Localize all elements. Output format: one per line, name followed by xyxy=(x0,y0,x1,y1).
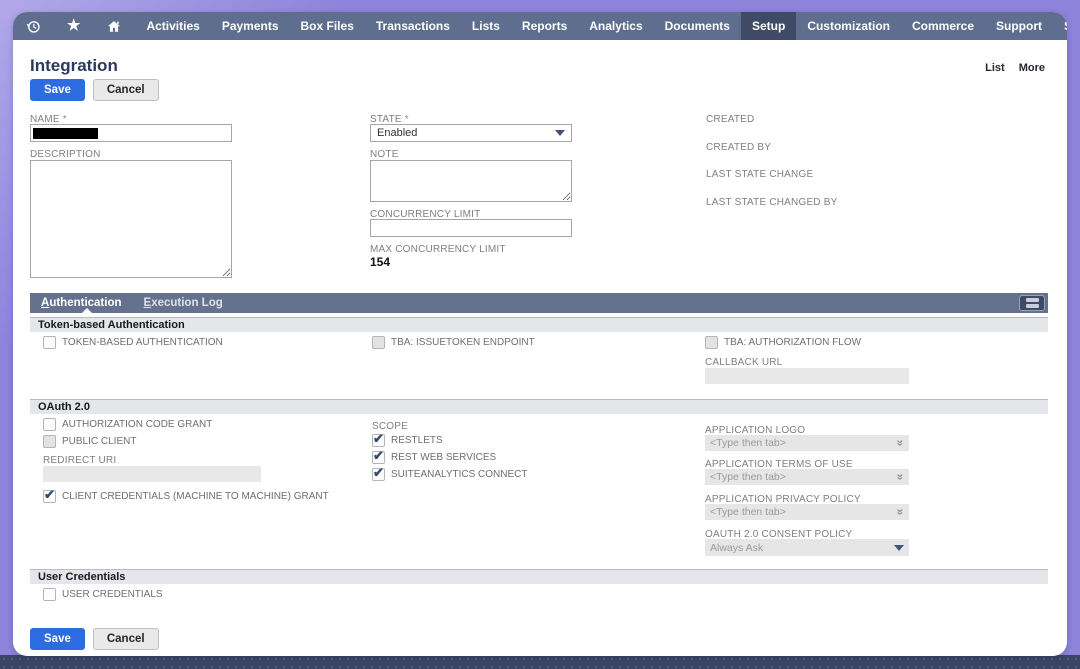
consent-policy-select: Always Ask xyxy=(705,539,909,556)
scope-rest-web-services-checkbox[interactable] xyxy=(372,451,385,464)
nav-item-payments[interactable]: Payments xyxy=(211,12,290,40)
state-select[interactable]: Enabled xyxy=(370,124,572,142)
redirect-uri-input xyxy=(43,466,261,482)
bottom-action-bar: Save Cancel xyxy=(30,628,159,650)
application-terms-combo: <Type then tab> » xyxy=(705,469,909,485)
nav-item-support[interactable]: Support xyxy=(985,12,1053,40)
header-links: List More xyxy=(985,62,1045,74)
application-privacy-combo: <Type then tab> » xyxy=(705,504,909,520)
tba-issuetoken-endpoint-checkbox xyxy=(372,336,385,349)
app-window: ★ Activities Payments Box Files Transact… xyxy=(13,12,1067,656)
redacted-name-value xyxy=(33,128,98,139)
page-title: Integration xyxy=(30,56,118,76)
cancel-button[interactable]: Cancel xyxy=(93,628,159,650)
nav-item-documents[interactable]: Documents xyxy=(654,12,741,40)
consent-policy-value: Always Ask xyxy=(710,542,763,554)
nav-item-analytics[interactable]: Analytics xyxy=(578,12,653,40)
cancel-button[interactable]: Cancel xyxy=(93,79,159,101)
toggle-bar xyxy=(1026,304,1039,308)
nav-item-activities[interactable]: Activities xyxy=(135,12,210,40)
redirect-uri-label: REDIRECT URI xyxy=(43,455,116,466)
checkbox-label: CLIENT CREDENTIALS (MACHINE TO MACHINE) … xyxy=(62,491,329,502)
star-icon[interactable]: ★ xyxy=(54,12,93,40)
double-chevron-icon: » xyxy=(894,440,908,447)
more-link[interactable]: More xyxy=(1019,62,1045,74)
nav-item-box-files[interactable]: Box Files xyxy=(290,12,365,40)
history-icon[interactable] xyxy=(13,12,54,40)
user-credentials-checkbox-row[interactable]: USER CREDENTIALS xyxy=(43,588,163,601)
authorization-code-grant-checkbox[interactable] xyxy=(43,418,56,431)
last-state-change-label: LAST STATE CHANGE xyxy=(706,169,813,180)
note-textarea[interactable] xyxy=(370,160,572,202)
collapse-panels-icon[interactable] xyxy=(1019,295,1045,311)
token-based-authentication-checkbox-row[interactable]: TOKEN-BASED AUTHENTICATION xyxy=(43,336,223,349)
nav-item-customization[interactable]: Customization xyxy=(796,12,901,40)
created-by-label: CREATED BY xyxy=(706,142,771,153)
combo-placeholder: <Type then tab> xyxy=(710,437,786,449)
section-header-token-based-authentication: Token-based Authentication xyxy=(30,317,1048,332)
note-label: NOTE xyxy=(370,149,399,160)
max-concurrency-limit-label: MAX CONCURRENCY LIMIT xyxy=(370,244,506,255)
tba-authorization-flow-checkbox-row: TBA: AUTHORIZATION FLOW xyxy=(705,336,861,349)
state-selected-value: Enabled xyxy=(377,127,417,139)
description-textarea[interactable] xyxy=(30,160,232,278)
chevron-down-icon xyxy=(894,545,904,551)
checkbox-label: PUBLIC CLIENT xyxy=(62,436,136,447)
client-credentials-grant-checkbox-row[interactable]: CLIENT CREDENTIALS (MACHINE TO MACHINE) … xyxy=(43,490,329,503)
scope-suiteanalytics-connect-checkbox-row[interactable]: SUITEANALYTICS CONNECT xyxy=(372,468,528,481)
checkbox-label: SUITEANALYTICS CONNECT xyxy=(391,469,528,480)
tba-issuetoken-endpoint-checkbox-row: TBA: ISSUETOKEN ENDPOINT xyxy=(372,336,535,349)
subtab-bar: Authentication Execution Log xyxy=(30,293,1048,313)
chevron-down-icon xyxy=(555,130,565,136)
tab-execution-log[interactable]: Execution Log xyxy=(133,293,234,313)
nav-item-setup[interactable]: Setup xyxy=(741,12,796,40)
description-label: DESCRIPTION xyxy=(30,149,101,160)
callback-url-label: CALLBACK URL xyxy=(705,357,782,368)
scope-rest-web-services-checkbox-row[interactable]: REST WEB SERVICES xyxy=(372,451,496,464)
checkbox-label: TOKEN-BASED AUTHENTICATION xyxy=(62,337,223,348)
checkbox-label: REST WEB SERVICES xyxy=(391,452,496,463)
checkbox-label: TBA: ISSUETOKEN ENDPOINT xyxy=(391,337,535,348)
concurrency-limit-input[interactable] xyxy=(370,219,572,237)
nav-item-suitesocial[interactable]: SuiteSocial xyxy=(1053,12,1067,40)
application-logo-combo: <Type then tab> » xyxy=(705,435,909,451)
checkbox-label: AUTHORIZATION CODE GRANT xyxy=(62,419,212,430)
combo-placeholder: <Type then tab> xyxy=(710,471,786,483)
checkbox-label: USER CREDENTIALS xyxy=(62,589,163,600)
nav-item-commerce[interactable]: Commerce xyxy=(901,12,985,40)
public-client-checkbox xyxy=(43,435,56,448)
checkbox-label: TBA: AUTHORIZATION FLOW xyxy=(724,337,861,348)
authorization-code-grant-checkbox-row[interactable]: AUTHORIZATION CODE GRANT xyxy=(43,418,212,431)
last-state-changed-by-label: LAST STATE CHANGED BY xyxy=(706,197,837,208)
callback-url-input xyxy=(705,368,909,384)
nav-item-lists[interactable]: Lists xyxy=(461,12,511,40)
scope-restlets-checkbox[interactable] xyxy=(372,434,385,447)
toggle-bar xyxy=(1026,298,1039,302)
client-credentials-grant-checkbox[interactable] xyxy=(43,490,56,503)
list-link[interactable]: List xyxy=(985,62,1005,74)
scope-suiteanalytics-connect-checkbox[interactable] xyxy=(372,468,385,481)
section-header-user-credentials: User Credentials xyxy=(30,569,1048,584)
double-chevron-icon: » xyxy=(894,474,908,481)
created-label: CREATED xyxy=(706,114,754,125)
max-concurrency-limit-value: 154 xyxy=(370,255,390,269)
nav-item-reports[interactable]: Reports xyxy=(511,12,578,40)
top-action-bar: Save Cancel xyxy=(30,79,159,101)
save-button[interactable]: Save xyxy=(30,79,85,101)
checkbox-label: RESTLETS xyxy=(391,435,443,446)
user-credentials-checkbox[interactable] xyxy=(43,588,56,601)
public-client-checkbox-row: PUBLIC CLIENT xyxy=(43,435,136,448)
token-based-authentication-checkbox[interactable] xyxy=(43,336,56,349)
section-header-oauth2: OAuth 2.0 xyxy=(30,399,1048,414)
nav-item-transactions[interactable]: Transactions xyxy=(365,12,461,40)
tba-authorization-flow-checkbox xyxy=(705,336,718,349)
desktop-bottom-strip xyxy=(0,655,1080,669)
home-icon[interactable] xyxy=(93,12,135,40)
double-chevron-icon: » xyxy=(894,509,908,516)
save-button[interactable]: Save xyxy=(30,628,85,650)
scope-restlets-checkbox-row[interactable]: RESTLETS xyxy=(372,434,443,447)
combo-placeholder: <Type then tab> xyxy=(710,506,786,518)
main-navbar: ★ Activities Payments Box Files Transact… xyxy=(13,12,1067,40)
active-tab-notch xyxy=(82,308,92,313)
